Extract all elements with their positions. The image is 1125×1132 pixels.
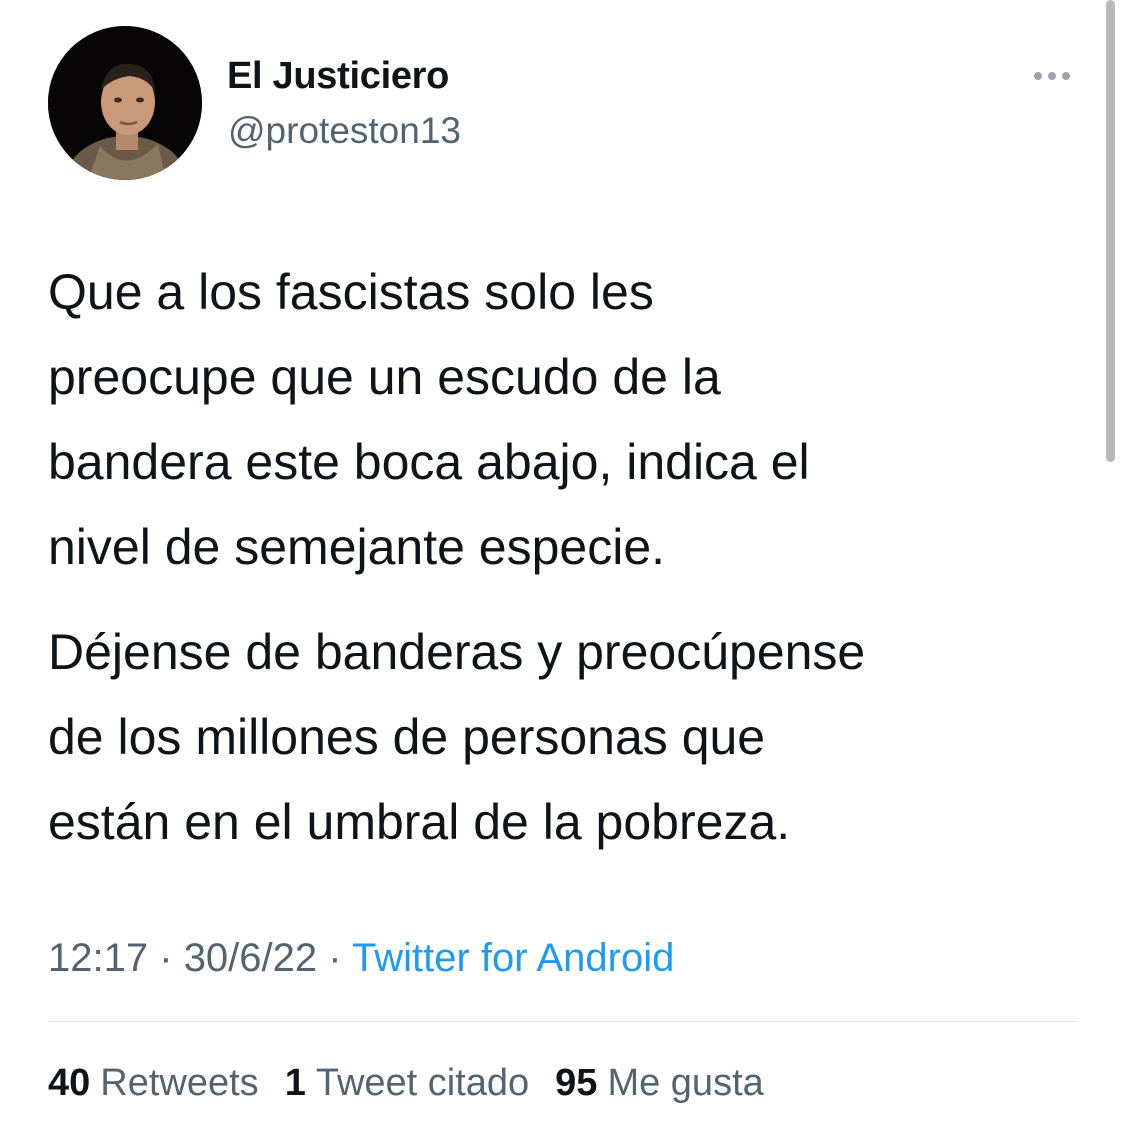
- tweet-source-link[interactable]: Twitter for Android: [352, 936, 674, 980]
- meta-separator: ·: [159, 936, 173, 980]
- likes-count: 95: [555, 1062, 598, 1104]
- likes-label: Me gusta: [607, 1062, 764, 1104]
- meta-separator: ·: [328, 936, 342, 980]
- tweet-detail-page: El Justiciero @proteston13 Que a los fas…: [0, 0, 1125, 1132]
- retweets-stat[interactable]: 40 Retweets: [48, 1056, 259, 1110]
- tweet-date[interactable]: 30/6/22: [184, 936, 317, 980]
- user-handle[interactable]: @proteston13: [228, 107, 461, 155]
- scrollbar[interactable]: [1106, 0, 1115, 462]
- more-options-icon: [1034, 72, 1042, 80]
- display-name[interactable]: El Justiciero: [227, 52, 449, 100]
- quotes-count: 1: [284, 1062, 306, 1104]
- avatar-image: [48, 26, 202, 180]
- tweet-time[interactable]: 12:17: [48, 936, 148, 980]
- more-options-icon-dot: [1062, 72, 1070, 80]
- tweet-paragraph: Que a los fascistas solo les preocupe qu…: [48, 264, 810, 575]
- tweet-text: Que a los fascistas solo les preocupe qu…: [48, 250, 1088, 865]
- quotes-stat[interactable]: 1 Tweet citado: [285, 1056, 529, 1110]
- likes-stat[interactable]: 95 Me gusta: [555, 1056, 764, 1110]
- more-options-button[interactable]: [1024, 60, 1080, 92]
- more-options-icon-dot: [1048, 72, 1056, 80]
- tweet-stats: 40 Retweets 1 Tweet citado 95 Me gusta: [48, 1056, 764, 1110]
- quotes-label: Tweet citado: [315, 1062, 530, 1104]
- tweet-paragraph: Déjense de banderas y preocúpense de los…: [48, 624, 866, 850]
- retweets-label: Retweets: [100, 1062, 259, 1104]
- divider: [48, 1021, 1078, 1022]
- retweets-count: 40: [48, 1062, 91, 1104]
- tweet-metadata: 12:17 · 30/6/22 · Twitter for Android: [48, 930, 674, 986]
- avatar[interactable]: [48, 26, 202, 180]
